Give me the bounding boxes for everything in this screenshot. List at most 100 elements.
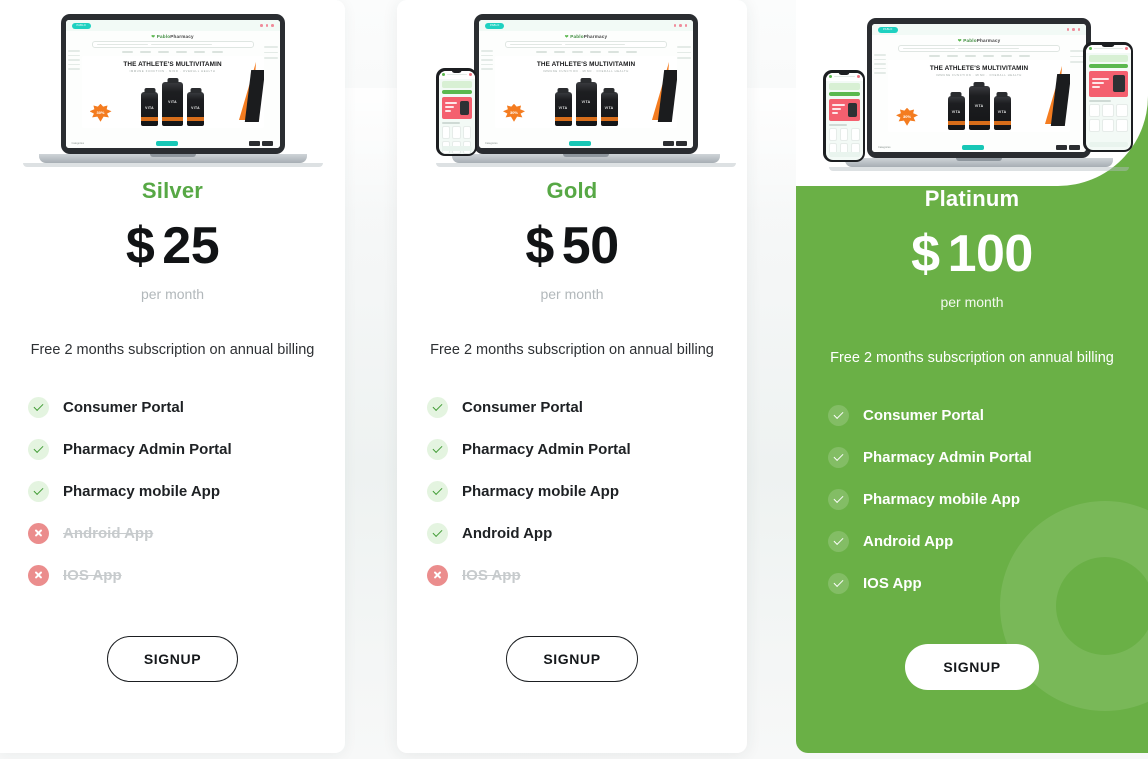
price-amount: 50 [561,217,619,275]
feature-item: IOS App [28,554,327,596]
site-footer-row: Categories [872,145,1086,150]
feature-item: Android App [828,520,1130,562]
plan-name: Gold [546,178,598,203]
phone-mockup [436,68,477,156]
billing-period: per month [140,286,205,302]
plan-name: Platinum [924,186,1020,211]
device-mockup-platinum: PABLO ❤ PabloPharmacy THE ATHLETE'S MULT… [796,0,1148,186]
site-nav [66,48,280,56]
check-icon [427,480,448,502]
currency-symbol: $ [525,217,554,275]
site-nav [872,52,1086,60]
feature-item: Consumer Portal [427,386,729,428]
check-icon [28,438,49,460]
feature-label: Pharmacy Admin Portal [462,440,631,458]
check-icon [28,396,49,418]
feature-list: Consumer Portal Pharmacy Admin Portal Ph… [18,386,327,596]
feature-item: Pharmacy Admin Portal [28,428,327,470]
laptop-mockup: PABLO ❤ PabloPharmacy THE ATHLETE'S MULT… [22,14,323,167]
site-footer-row: Categories [479,141,693,146]
site-brand: ❤ PabloPharmacy [872,35,1086,45]
billing-note: Free 2 months subscription on annual bil… [30,342,315,358]
check-icon [28,480,49,502]
feature-list: Consumer Portal Pharmacy Admin Portal Ph… [814,394,1130,604]
feature-label: Android App [63,524,154,542]
site-side-column [67,50,80,73]
billing-period: per month [940,294,1004,310]
feature-item: Pharmacy mobile App [828,478,1130,520]
feature-label: Pharmacy Admin Portal [63,440,232,458]
product-bottles: VITA VITA VITA [495,81,677,126]
site-categories-label: Categories [71,142,85,145]
site-side-column [481,50,493,73]
cross-icon [28,522,49,544]
price-amount: 25 [162,217,220,275]
site-brand-primary: Pablo [570,34,584,39]
site-badge: PABLO [71,22,91,29]
site-brand-primary: Pablo [963,38,977,43]
plan-price: $100 [814,228,1130,280]
pricing-card-silver: PABLO ❤ PabloPharmacy THE ATHLETE'S MULT… [0,0,345,753]
feature-list: Consumer Portal Pharmacy Admin Portal Ph… [415,386,729,596]
feature-label: Android App [462,524,553,542]
cross-icon [28,564,49,586]
pricing-card-deck: PABLO ❤ PabloPharmacy THE ATHLETE'S MULT… [0,0,1148,759]
heart-icon: ❤ [957,38,962,43]
site-brand-secondary: Pharmacy [976,38,1001,43]
feature-item: Consumer Portal [28,386,327,428]
site-hero-banner: THE ATHLETE'S MULTIVITAMIN IMMUNE FUNCTI… [495,55,677,128]
banner-title: THE ATHLETE'S MULTIVITAMIN [536,60,636,68]
site-brand: ❤ PabloPharmacy [66,31,280,41]
laptop-mockup: PABLO ❤ PabloPharmacy THE ATHLETE'S MULT… [829,18,1130,171]
feature-label: IOS App [462,566,521,584]
site-header-dots [260,24,274,27]
feature-item: Consumer Portal [828,394,1130,436]
feature-label: Pharmacy Admin Portal [863,448,1032,466]
plan-name: Silver [141,178,204,203]
feature-label: Android App [863,532,954,550]
device-mockup-silver: PABLO ❤ PabloPharmacy THE ATHLETE'S MULT… [0,0,345,178]
signup-button[interactable]: SIGNUP [506,636,638,682]
plan-price: $50 [415,220,729,272]
banner-subtitle: IMMUNE FUNCTION · MIND · OVERALL HEALTH [936,73,1022,77]
feature-item: Pharmacy Admin Portal [427,428,729,470]
feature-item: Pharmacy Admin Portal [828,436,1130,478]
product-bottles: VITA VITA VITA [888,85,1070,130]
check-icon [427,522,448,544]
site-brand-secondary: Pharmacy [170,34,194,39]
site-categories-label: Categories [485,142,498,145]
site-search-bar [898,45,1061,52]
site-search-bar [91,41,254,48]
pricing-card-platinum: PABLO ❤ PabloPharmacy THE ATHLETE'S MULT… [796,0,1148,753]
site-header-dots [1066,28,1081,31]
billing-note: Free 2 months subscription on annual bil… [830,350,1114,366]
site-right-column [263,46,278,63]
check-icon [828,488,849,510]
plan-price: $25 [18,220,327,272]
site-right-column [1070,50,1085,67]
site-categories-label: Categories [878,146,891,149]
device-mockup-gold: PABLO ❤ PabloPharmacy THE ATHLETE'S MULT… [397,0,747,178]
banner-subtitle: IMMUNE FUNCTION · MIND · OVERALL HEALTH [543,69,629,73]
site-right-column [677,46,691,63]
feature-label: Consumer Portal [63,398,184,416]
site-footer-row: Categories [66,141,280,146]
phone-mockup-left [823,70,866,162]
signup-button[interactable]: SIGNUP [905,644,1039,690]
feature-label: Pharmacy mobile App [863,490,1020,508]
site-nav [479,48,693,56]
site-brand-secondary: Pharmacy [583,34,608,39]
feature-item: Pharmacy mobile App [28,470,327,512]
site-header-dots [673,24,687,27]
check-icon [427,438,448,460]
heart-icon: ❤ [151,34,156,39]
signup-button[interactable]: SIGNUP [106,636,239,682]
phone-mockup-right [1083,42,1134,152]
site-side-column [874,54,887,77]
site-brand: ❤ PabloPharmacy [479,31,693,41]
check-icon [828,446,849,468]
site-badge: PABLO [485,22,505,29]
plan-content-platinum: Platinum $100 per month Free 2 months su… [796,186,1148,690]
feature-item: Pharmacy mobile App [427,470,729,512]
currency-symbol: $ [125,217,155,275]
